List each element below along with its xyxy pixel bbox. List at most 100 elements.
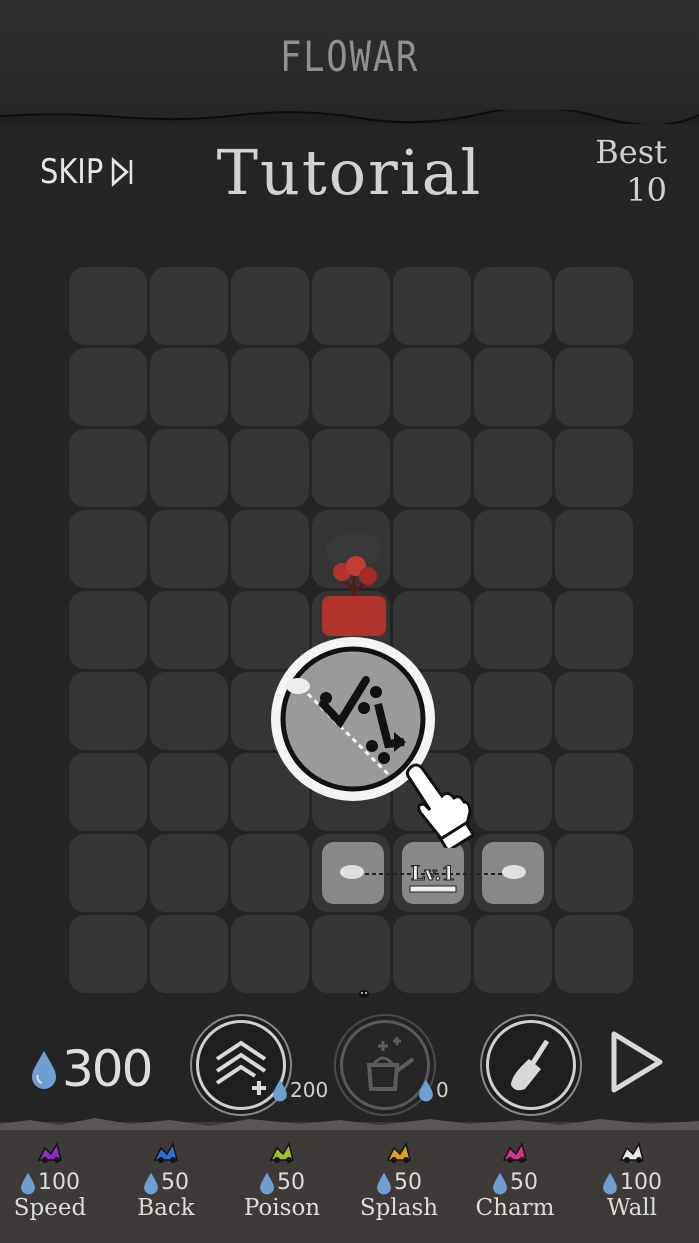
- board-cell[interactable]: [69, 510, 147, 588]
- pointer-hand-icon: [405, 763, 474, 848]
- board-cell[interactable]: [150, 753, 228, 831]
- board-cell[interactable]: [150, 672, 228, 750]
- board-cell[interactable]: [150, 429, 228, 507]
- board-cell[interactable]: [474, 429, 552, 507]
- shop-item-name: Splash: [359, 1195, 439, 1221]
- board-cell[interactable]: [474, 591, 552, 669]
- shop-price-value: 50: [510, 1170, 538, 1195]
- board-cell[interactable]: [555, 753, 633, 831]
- water-amount: 300: [62, 1040, 153, 1098]
- board-cell[interactable]: [555, 915, 633, 993]
- board-cell[interactable]: [69, 834, 147, 912]
- board-cell[interactable]: [555, 672, 633, 750]
- shop-item-back[interactable]: 50 Back: [116, 1140, 216, 1221]
- bug-icon: [153, 1142, 178, 1163]
- upgrade-cost: 200: [272, 1078, 328, 1102]
- board-cell[interactable]: [555, 429, 633, 507]
- water-counter: 300: [30, 1040, 153, 1098]
- board-cell[interactable]: [555, 834, 633, 912]
- board-cell[interactable]: [150, 348, 228, 426]
- board-cell[interactable]: [474, 267, 552, 345]
- level-label: Lv.1: [411, 861, 456, 885]
- shop-price-value: 50: [161, 1170, 189, 1195]
- torn-edge: [0, 1118, 699, 1130]
- shop-price-value: 50: [277, 1170, 305, 1195]
- board-cell[interactable]: [474, 672, 552, 750]
- board-cell[interactable]: [231, 267, 309, 345]
- board-cell[interactable]: [150, 510, 228, 588]
- board-cell[interactable]: [231, 834, 309, 912]
- shop-price-value: 100: [38, 1170, 80, 1195]
- watering-can-cost-value: 0: [436, 1078, 449, 1102]
- board-cell[interactable]: [69, 591, 147, 669]
- watering-can-icon: [366, 1037, 415, 1091]
- shop-price: 50: [465, 1170, 565, 1195]
- board-cell[interactable]: [555, 510, 633, 588]
- board-cell[interactable]: [69, 267, 147, 345]
- board-cell[interactable]: [312, 267, 390, 345]
- board-cell[interactable]: [393, 348, 471, 426]
- play-icon[interactable]: [608, 1030, 664, 1094]
- shop-item-splash[interactable]: 50 Splash: [349, 1140, 449, 1221]
- board-cell[interactable]: [393, 915, 471, 993]
- shop-price: 100: [0, 1170, 100, 1195]
- board-cell[interactable]: [69, 753, 147, 831]
- bug-icon: [386, 1142, 411, 1163]
- page-title: Tutorial: [216, 136, 483, 209]
- shop-item-name: Speed: [13, 1195, 87, 1221]
- board-cell[interactable]: [150, 267, 228, 345]
- water-drop-icon: [419, 1079, 433, 1102]
- board-cell[interactable]: [150, 591, 228, 669]
- shop-item-charm[interactable]: 50 Charm: [465, 1140, 565, 1221]
- board-cell[interactable]: [474, 915, 552, 993]
- torn-edge: [0, 110, 699, 124]
- board-cell[interactable]: [69, 348, 147, 426]
- board-cell[interactable]: [555, 267, 633, 345]
- shovel-button[interactable]: [486, 1020, 576, 1110]
- board-cell[interactable]: [474, 753, 552, 831]
- board-cell[interactable]: [474, 348, 552, 426]
- chevron-up-plus-icon: [215, 1040, 267, 1095]
- board-cell[interactable]: [150, 834, 228, 912]
- shop-item-name: Wall: [606, 1195, 658, 1221]
- watering-can-cost: 0: [418, 1078, 449, 1102]
- board-cell[interactable]: [69, 429, 147, 507]
- board-cell[interactable]: [69, 915, 147, 993]
- bug-icon: [269, 1142, 294, 1163]
- board-cell[interactable]: [231, 915, 309, 993]
- flower-tower[interactable]: [316, 530, 392, 640]
- board-cell[interactable]: [393, 510, 471, 588]
- water-drop-icon: [493, 1172, 507, 1194]
- board-cell[interactable]: [312, 915, 390, 993]
- app-title: FLOWAR: [279, 32, 420, 81]
- best-label: Best: [595, 133, 667, 171]
- board-cell[interactable]: [150, 915, 228, 993]
- bug-icon: [502, 1142, 527, 1163]
- shop-item-poison[interactable]: 50 Poison: [232, 1140, 332, 1221]
- bug-icon: [37, 1142, 62, 1163]
- water-drop-icon: [603, 1172, 617, 1194]
- board-cell[interactable]: [474, 510, 552, 588]
- water-drop-icon: [273, 1079, 287, 1102]
- board-cell[interactable]: [393, 267, 471, 345]
- board-cell[interactable]: [312, 429, 390, 507]
- wall-segment[interactable]: Lv.1: [318, 842, 558, 912]
- shop-item-name: Poison: [243, 1195, 321, 1221]
- board-cell[interactable]: [231, 429, 309, 507]
- water-drop-icon: [377, 1172, 391, 1194]
- water-drop-icon: [144, 1172, 158, 1194]
- board-cell[interactable]: [312, 348, 390, 426]
- board-cell[interactable]: [231, 510, 309, 588]
- watering-can-button[interactable]: [340, 1020, 430, 1110]
- shop-item-speed[interactable]: 100 Speed: [0, 1140, 100, 1221]
- board-cell[interactable]: [555, 348, 633, 426]
- board-cell[interactable]: [69, 672, 147, 750]
- shop-item-wall[interactable]: 100 Wall: [582, 1140, 682, 1221]
- board-cell[interactable]: [555, 591, 633, 669]
- shop-price-value: 50: [394, 1170, 422, 1195]
- board-cell[interactable]: [231, 348, 309, 426]
- best-value: 10: [626, 171, 667, 209]
- bug-icon: [619, 1142, 644, 1163]
- board-cell[interactable]: [393, 429, 471, 507]
- shop-price: 50: [349, 1170, 449, 1195]
